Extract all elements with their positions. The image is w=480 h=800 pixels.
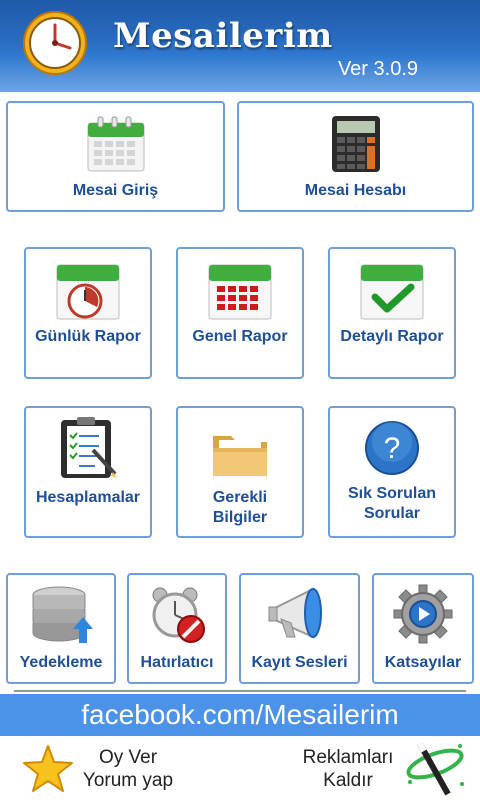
mesai-hesabi-label: Mesai Hesabı — [304, 182, 407, 199]
gerekli-bilgiler-label-line2: Bilgiler — [212, 509, 268, 526]
alarm-clock-icon — [152, 587, 205, 643]
detayli-rapor-label: Detaylı Rapor — [340, 328, 444, 345]
yedekleme-label: Yedekleme — [19, 654, 103, 671]
clock-icon — [23, 11, 87, 75]
gear-icon — [393, 584, 453, 644]
remove-ads-line1: Reklamları — [302, 747, 394, 768]
rate-line2: Yorum yap — [82, 770, 174, 791]
genel-rapor-button[interactable]: Genel Rapor — [176, 247, 304, 379]
question-icon: ? — [365, 421, 419, 475]
katsayilar-button[interactable]: Katsayılar — [372, 573, 474, 684]
sik-sorulan-label-line1: Sık Sorulan — [347, 485, 437, 502]
rate-button[interactable]: Oy Ver Yorum yap — [18, 736, 218, 800]
gunluk-rapor-button[interactable]: Günlük Rapor — [24, 247, 152, 379]
mesai-hesabi-button[interactable]: Mesai Hesabı — [237, 101, 474, 212]
svg-text:?: ? — [384, 432, 401, 465]
hesaplamalar-label: Hesaplamalar — [35, 489, 141, 506]
database-backup-icon — [32, 586, 93, 643]
divider — [14, 690, 466, 692]
sik-sorulan-label-line2: Sorular — [363, 505, 420, 522]
star-icon — [23, 745, 73, 792]
facebook-banner[interactable]: facebook.com/Mesailerim — [0, 694, 480, 736]
detayli-rapor-button[interactable]: Detaylı Rapor — [328, 247, 456, 379]
sik-sorulan-sorular-button[interactable]: ? Sık Sorulan Sorular — [328, 406, 456, 538]
clipboard-checklist-icon — [61, 417, 117, 478]
app-title: Mesailerim — [113, 16, 333, 56]
version-label: Ver 3.0.9 — [337, 58, 418, 80]
katsayilar-label: Katsayılar — [384, 654, 462, 671]
calendar-grid-icon — [208, 264, 272, 320]
kayit-sesleri-button[interactable]: Kayıt Sesleri — [239, 573, 360, 684]
yedekleme-button[interactable]: Yedekleme — [6, 573, 116, 684]
calculator-icon — [331, 116, 380, 172]
calendar-check-icon — [360, 264, 424, 320]
gerekli-bilgiler-button[interactable]: Gerekli Bilgiler — [176, 406, 304, 538]
app-header: Mesailerim Ver 3.0.9 — [0, 0, 480, 92]
calendar-icon — [87, 116, 144, 172]
gerekli-bilgiler-label-line1: Gerekli — [212, 489, 268, 506]
magic-wand-icon — [406, 742, 464, 796]
rate-text: Oy Ver Yorum yap — [68, 746, 188, 792]
mesai-giris-button[interactable]: Mesai Giriş — [6, 101, 225, 212]
folder-icon — [213, 436, 267, 476]
hatirlatici-label: Hatırlatıcı — [140, 654, 214, 671]
footer-bar: Oy Ver Yorum yap Reklamları Kaldır — [0, 736, 480, 800]
genel-rapor-label: Genel Rapor — [192, 328, 288, 345]
remove-ads-line2: Kaldır — [323, 770, 373, 791]
sik-sorulan-sorular-label: Sık Sorulan Sorular — [348, 484, 436, 524]
rate-line1: Oy Ver — [98, 747, 158, 768]
gunluk-rapor-label: Günlük Rapor — [35, 328, 141, 345]
hesaplamalar-button[interactable]: Hesaplamalar — [24, 406, 152, 538]
hatirlatici-button[interactable]: Hatırlatıcı — [127, 573, 227, 684]
gerekli-bilgiler-label: Gerekli Bilgiler — [213, 488, 267, 528]
megaphone-icon — [268, 587, 322, 639]
mesai-giris-label: Mesai Giriş — [72, 182, 159, 199]
remove-ads-button[interactable]: Reklamları Kaldır — [290, 736, 480, 800]
kayit-sesleri-label: Kayıt Sesleri — [251, 654, 348, 671]
calendar-clock-icon — [56, 264, 120, 320]
remove-ads-text: Reklamları Kaldır — [298, 746, 398, 792]
